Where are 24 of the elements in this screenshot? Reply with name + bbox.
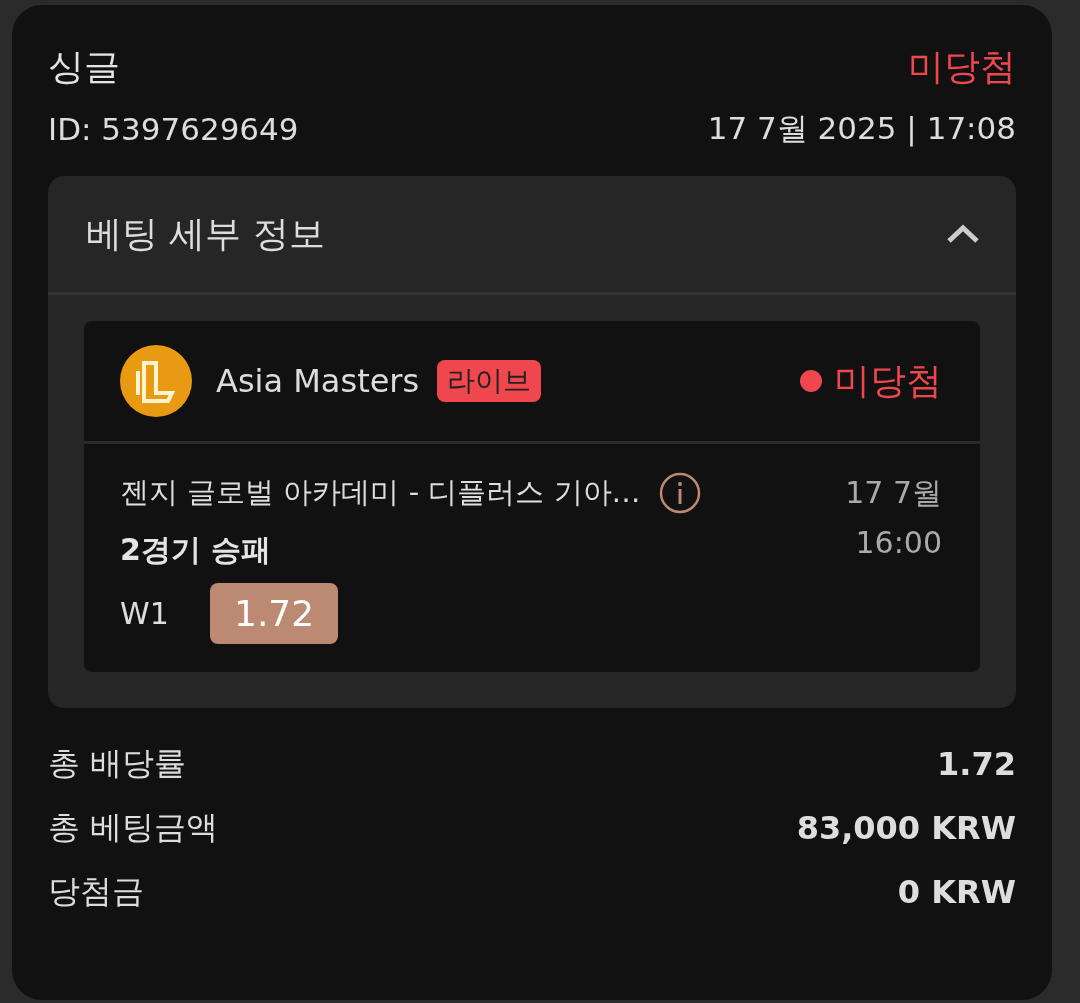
event-date: 17 7월	[845, 473, 942, 512]
bet-type: 싱글	[48, 45, 120, 89]
selection-label: W1	[120, 596, 170, 631]
bet-datetime: 17 7월 2025 | 17:08	[707, 109, 1016, 149]
bet-status: 미당첨	[908, 45, 1016, 89]
summary-value: 83,000 KRW	[796, 809, 1016, 847]
summary-label: 총 베팅금액	[48, 807, 219, 848]
live-badge: 라이브	[437, 360, 542, 402]
summary-value: 1.72	[937, 745, 1016, 783]
league-name: Asia Masters	[216, 362, 420, 400]
summary-value: 0 KRW	[897, 873, 1016, 911]
details-title: 베팅 세부 정보	[86, 211, 325, 256]
summary-label: 총 배당률	[48, 743, 187, 784]
chevron-icon	[946, 224, 980, 244]
summary-label: 당첨금	[48, 871, 144, 912]
info-icon[interactable]	[658, 472, 701, 514]
league-logo-icon	[120, 345, 192, 417]
odds-badge: 1.72	[210, 583, 339, 644]
event-status: 미당첨	[834, 358, 942, 403]
match-name: 젠지 글로벌 아카데미 - 디플러스 기아…	[120, 474, 641, 511]
event-time: 16:00	[855, 525, 942, 560]
market-name: 2경기 승패	[120, 531, 272, 569]
bet-id: ID: 5397629649	[48, 111, 299, 147]
details-header[interactable]: 베팅 세부 정보	[48, 176, 1016, 295]
